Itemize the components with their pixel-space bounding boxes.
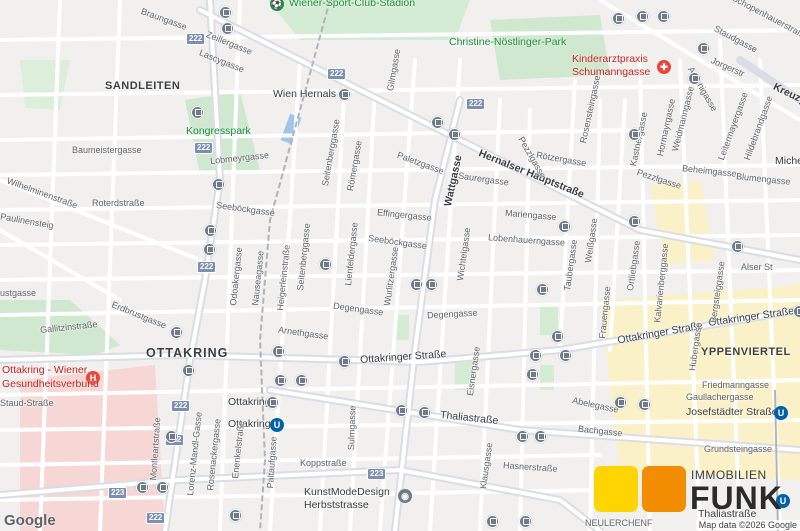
bus-stop-icon[interactable] [274,374,287,387]
street-label: Friedmanngasse [702,380,770,390]
route-shield: 222 [186,33,206,45]
bus-stop-icon[interactable] [170,326,183,339]
poi-kinderarzt-line1[interactable]: Kinderarztpraxis [572,53,648,65]
logo-orange-square [642,466,686,512]
poi-michel[interactable]: Michel [775,155,800,167]
train-station-icon[interactable] [266,396,279,409]
bus-stop-icon[interactable] [395,404,408,417]
bus-stop-icon[interactable] [431,116,444,129]
poi-hospital-line1[interactable]: Ottakring - Wiener [2,364,87,376]
route-shield: 222 [197,261,217,273]
district-ottakring: OTTAKRING [146,346,229,360]
bus-stop-icon[interactable] [229,509,242,522]
medical-icon[interactable]: ✚ [657,60,671,74]
bus-stop-icon[interactable] [410,278,423,291]
bus-stop-icon[interactable] [295,374,308,387]
immobilien-funk-logo[interactable]: IMMOBILIEN FUNK [594,466,800,526]
map-data-attribution[interactable]: Map data ©2026 Google [695,520,800,530]
poi-kongresspark[interactable]: Kongresspark [186,125,251,137]
bus-stop-icon[interactable] [182,364,195,377]
bus-stop-icon[interactable] [526,368,539,381]
poi-kinderarzt-line2[interactable]: Schumanngasse [572,66,650,78]
bus-stop-icon[interactable] [221,22,234,35]
street-label: Grundsteingasse [704,444,773,454]
route-shield: 223 [108,487,128,499]
bus-stop-icon[interactable] [551,330,564,343]
bus-stop-icon[interactable] [448,128,461,141]
bus-stop-icon[interactable] [191,106,204,119]
stadium-icon[interactable]: ⚽ [270,0,284,11]
bus-stop-icon[interactable] [657,10,670,23]
bus-stop-icon[interactable] [486,515,499,528]
bus-stop-icon[interactable] [516,430,529,443]
google-logo[interactable]: Google [4,512,56,529]
bus-stop-icon[interactable] [731,240,744,253]
street-label: ustgasse [0,288,37,298]
street-label: Sulmgasse [346,405,358,451]
poi-kunstmode-line2[interactable]: Herbststrasse [304,499,369,511]
district-yppenviertel: YPPENVIERTEL [701,346,791,358]
route-shield: 222 [194,142,214,154]
route-shield: 223 [367,468,387,480]
bus-stop-icon[interactable] [636,10,649,23]
bus-stop-icon[interactable] [425,278,438,291]
bus-stop-icon[interactable] [319,258,332,271]
route-shield: 222 [171,400,191,412]
bus-stop-icon[interactable] [219,6,232,19]
poi-sport-club[interactable]: Wiener-Sport-Club-Stadion [289,0,415,9]
street-label: Roterdstraße [92,198,145,208]
bus-stop-icon[interactable] [203,243,216,256]
bus-stop-icon[interactable] [534,430,547,443]
logo-line2: FUNK [690,480,783,516]
street-label: Koppstraße [300,458,347,468]
bus-stop-icon[interactable] [638,398,651,411]
bus-stop-icon[interactable] [612,12,625,25]
district-sandleiten: SANDLEITEN [105,80,181,92]
logo-yellow-square [594,466,638,512]
bus-stop-icon[interactable] [165,430,178,443]
street-label: Staud-Straße [0,398,54,408]
bus-stop-icon[interactable] [272,345,285,358]
bus-stop-icon[interactable] [204,224,217,237]
poi-wien-hernals[interactable]: Wien Hernals [273,88,336,100]
street-label: Alser St [741,262,773,272]
bus-stop-icon[interactable] [558,220,571,233]
route-shield: 222 [466,98,486,110]
shop-icon[interactable]: ◉ [398,489,412,503]
route-shield: 222 [327,68,347,80]
street-label: Gaullachergasse [686,392,754,402]
bus-stop-icon[interactable] [559,349,572,362]
poi-kunstmode-line1[interactable]: KunstModeDesign [304,486,390,498]
bus-stop-icon[interactable] [529,349,542,362]
metro-u-icon[interactable]: U [774,406,788,420]
bus-stop-icon[interactable] [156,481,169,494]
bus-stop-icon[interactable] [136,481,149,494]
street-label: Baumeistergasse [72,145,142,155]
bus-stop-icon[interactable] [212,178,225,191]
bus-stop-icon[interactable] [697,42,710,55]
bus-stop-icon[interactable] [536,283,549,296]
metro-u-icon[interactable]: U [270,418,284,432]
train-station-icon[interactable] [338,88,351,101]
bus-stop-icon[interactable] [688,72,701,85]
route-shield: 222 [146,512,166,524]
bus-stop-icon[interactable] [628,215,641,228]
bus-stop-icon[interactable] [614,396,627,409]
poi-ottakring-station-1[interactable]: Ottakring [228,396,271,408]
bus-stop-icon[interactable] [793,305,800,318]
bus-stop-icon[interactable] [338,355,351,368]
bus-stop-icon[interactable] [418,406,431,419]
bus-stop-icon[interactable] [628,128,641,141]
bus-stop-icon[interactable] [519,515,532,528]
map-canvas[interactable]: SANDLEITEN OTTAKRING YPPENVIERTEL ⚽ Wien… [0,0,800,531]
poi-christine-noestlinger-park[interactable]: Christine-Nöstlinger-Park [449,36,566,48]
poi-hospital-line2[interactable]: Gesundheitsverbund [2,378,99,390]
poi-josefstaedter-station[interactable]: Josefstädter Straße [686,406,778,418]
